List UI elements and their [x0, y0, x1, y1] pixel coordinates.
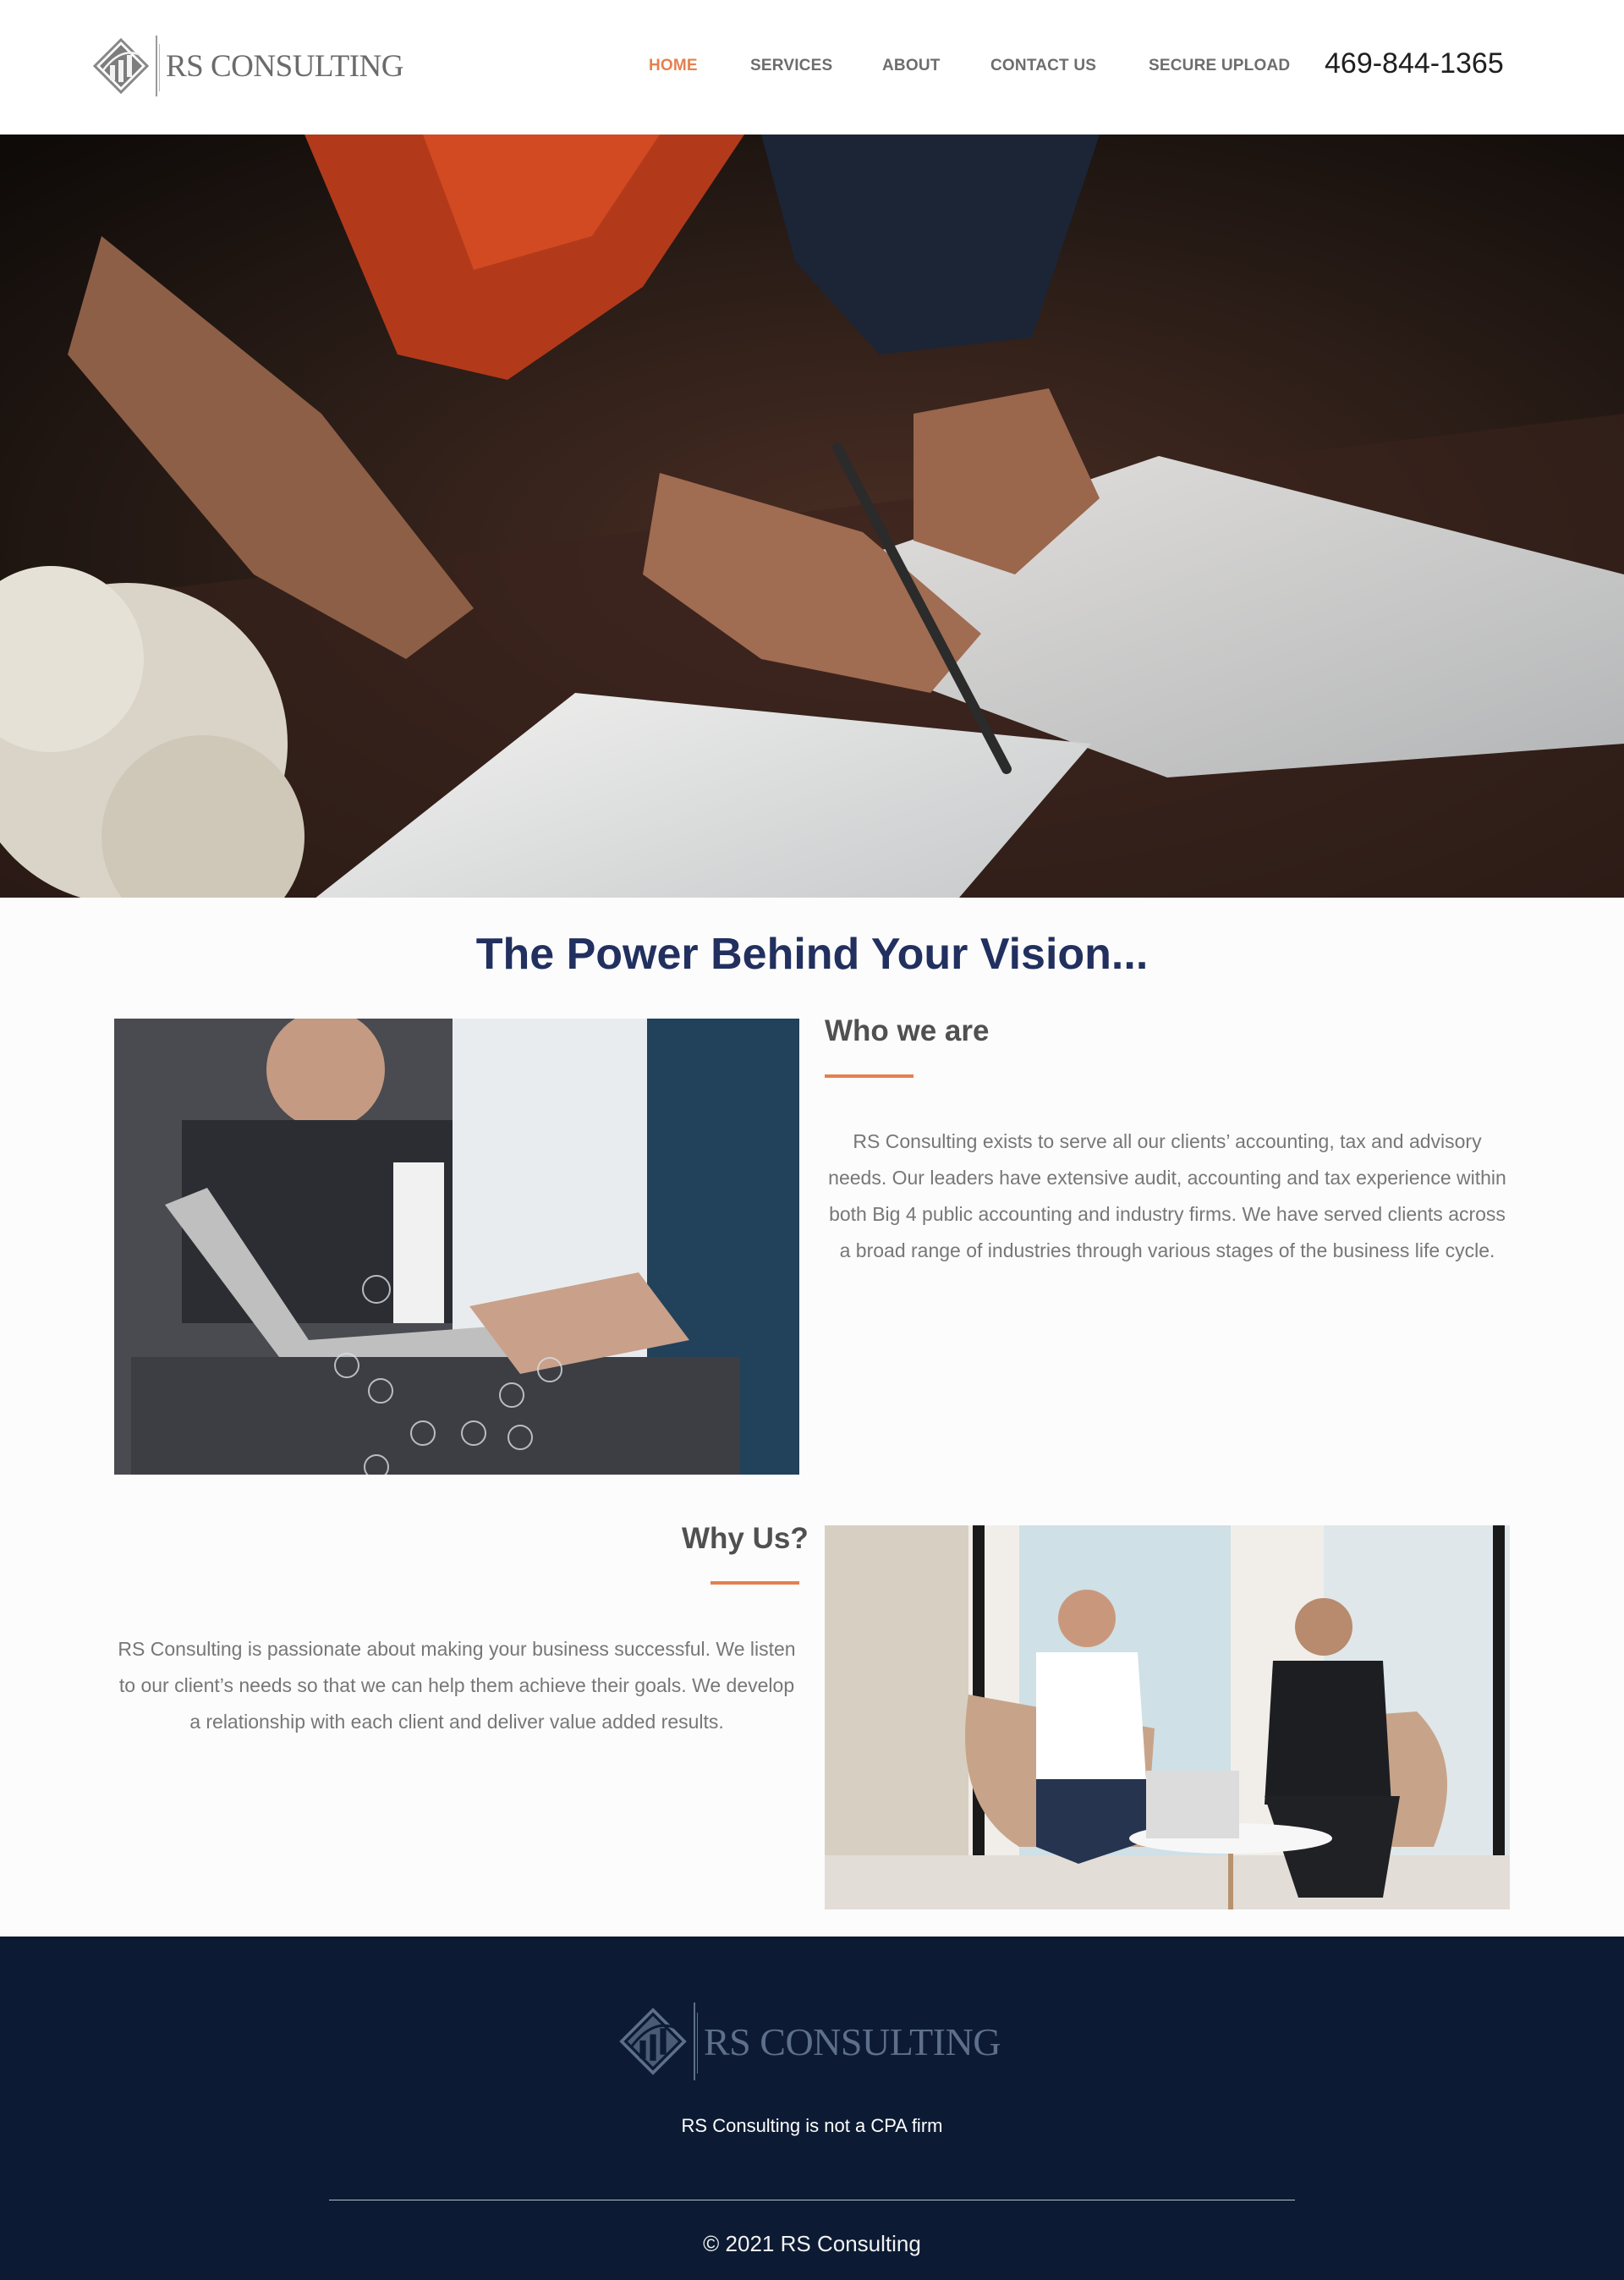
main-nav: HOME SERVICES ABOUT CONTACT US SECURE UP… [0, 0, 1624, 135]
site-header: RS CONSULTING HOME SERVICES ABOUT CONTAC… [0, 0, 1624, 135]
nav-secure-upload[interactable]: SECURE UPLOAD [1149, 57, 1290, 75]
footer-copyright: © 2021 RS Consulting [703, 2231, 921, 2256]
why-us-heading: Why Us? [682, 1522, 809, 1555]
footer-logo-divider [694, 2003, 698, 2080]
why-accent-line [710, 1581, 799, 1585]
footer-logo-text: RS CONSULTING [704, 2019, 1001, 2063]
who-accent-line [825, 1074, 914, 1078]
site-footer: RS CONSULTING [0, 1937, 1624, 2280]
two-businessmen-photo [825, 1525, 1510, 1909]
who-we-are-image [114, 1019, 799, 1475]
footer-logo-diamond-icon [619, 2008, 687, 2075]
hero-photo-illustration [0, 135, 1624, 898]
nav-about[interactable]: ABOUT [882, 57, 941, 75]
who-we-are-text: RS Consulting exists to serve all our cl… [828, 1130, 1506, 1261]
nav-services[interactable]: SERVICES [750, 57, 832, 75]
page-tagline: The Power Behind Your Vision... [475, 930, 1149, 979]
footer-logo[interactable]: RS CONSULTING [617, 2003, 1001, 2080]
nav-home[interactable]: HOME [649, 57, 698, 75]
why-us-image [825, 1525, 1510, 1909]
why-us-text: RS Consulting is passionate about making… [118, 1638, 796, 1733]
business-meeting-photo [114, 1019, 799, 1475]
footer-disclaimer: RS Consulting is not a CPA firm [681, 2115, 943, 2136]
phone-number[interactable]: 469-844-1365 [1325, 47, 1504, 80]
nav-contact-us[interactable]: CONTACT US [990, 57, 1096, 75]
who-we-are-heading: Who we are [825, 1014, 990, 1047]
hero-image [0, 135, 1624, 898]
